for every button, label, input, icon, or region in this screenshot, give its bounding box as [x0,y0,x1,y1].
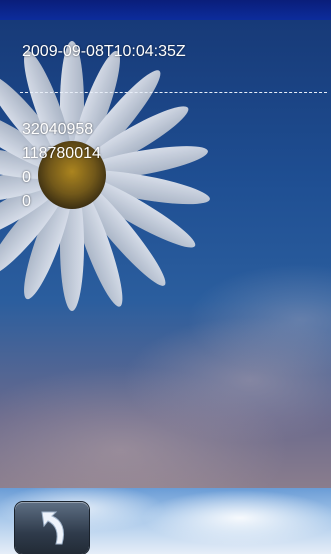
value-line-1: 32040958 [22,121,94,138]
back-arrow-icon [41,511,65,545]
value-line-3: 0 [22,169,31,186]
daisy-wallpaper-image [0,41,210,311]
dashed-divider [20,92,327,93]
values-list: 32040958 118780014 0 0 [22,118,101,214]
timestamp-label: 2009-09-08T10:04:35Z [22,43,186,60]
value-line-2: 118780014 [22,145,101,162]
back-button[interactable] [15,502,89,554]
device-screen: 2009-09-08T10:04:35Z 32040958 118780014 … [0,0,331,554]
top-status-bar [0,0,331,20]
value-line-4: 0 [22,193,31,210]
